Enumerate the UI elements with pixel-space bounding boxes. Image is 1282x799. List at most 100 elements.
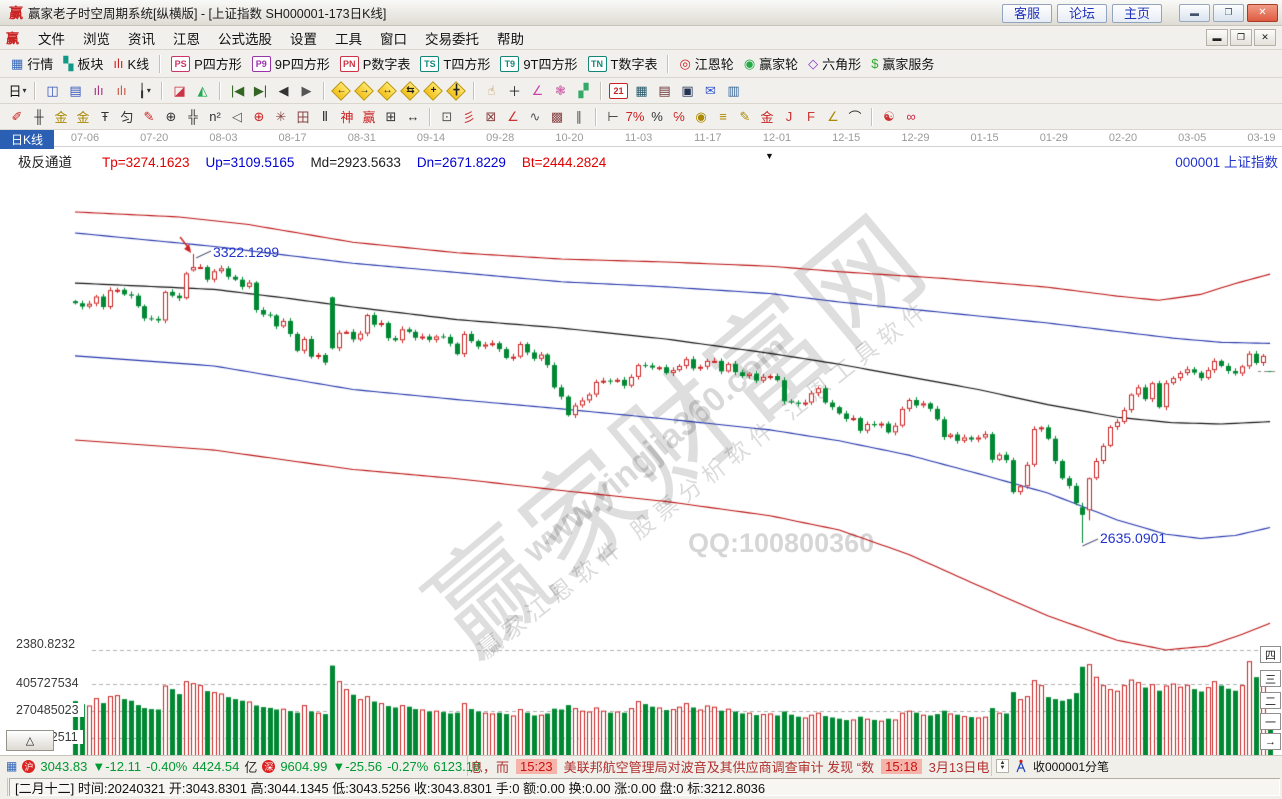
period-day-selector[interactable]: 日▾ bbox=[6, 81, 29, 101]
drag-hand-icon[interactable]: ☝ bbox=[480, 81, 503, 101]
draw-pen-icon[interactable]: ✐ bbox=[6, 107, 28, 127]
sectors-button[interactable]: ▚板块 bbox=[58, 52, 108, 75]
menu-item-0[interactable]: 文件 bbox=[29, 26, 74, 50]
t9-square-button[interactable]: T99T四方形 bbox=[495, 52, 582, 75]
chart-canvas[interactable] bbox=[0, 130, 1282, 755]
small-chart-9-icon[interactable]: ılı bbox=[110, 81, 133, 101]
gold-grid-1-icon[interactable]: 金 bbox=[50, 107, 72, 127]
red-pen-icon[interactable]: ✎ bbox=[138, 107, 160, 127]
gann-wheel-button[interactable]: ◎江恩轮 bbox=[674, 52, 738, 75]
n2-grid-icon[interactable]: n² bbox=[204, 107, 226, 127]
hexagon-button[interactable]: ◇六角形 bbox=[803, 52, 866, 75]
grid-123-icon[interactable]: ⊞ bbox=[380, 107, 402, 127]
angle-tool-icon[interactable]: ∠ bbox=[526, 81, 549, 101]
calendar-icon[interactable]: 21 bbox=[607, 81, 630, 101]
close-button[interactable]: ✕ bbox=[1247, 4, 1278, 22]
grid-tool-icon[interactable]: ╫ bbox=[28, 107, 50, 127]
save-icon[interactable]: ▣ bbox=[676, 81, 699, 101]
wave-tool-icon[interactable]: ∿ bbox=[524, 107, 546, 127]
gold-lines-icon[interactable]: ≡ bbox=[712, 107, 734, 127]
net-tool-icon[interactable]: ⊠ bbox=[480, 107, 502, 127]
ray-fan-tool-icon[interactable]: 彡 bbox=[458, 107, 480, 127]
overlay-kline-icon[interactable]: ◪ bbox=[168, 81, 191, 101]
small-chart-3-icon[interactable]: ılı bbox=[87, 81, 110, 101]
winner-service-button[interactable]: $赢家服务 bbox=[866, 52, 939, 75]
gold-grid-2-icon[interactable]: 金 bbox=[72, 107, 94, 127]
child-restore-button[interactable]: ❐ bbox=[1230, 29, 1252, 46]
flower-tool-icon[interactable]: ❃ bbox=[549, 81, 572, 101]
pillar-tool-icon[interactable]: Ⅱ bbox=[314, 107, 336, 127]
slash-tool-icon[interactable]: ∥ bbox=[568, 107, 590, 127]
box-plus-tool-icon[interactable]: ⊡ bbox=[436, 107, 458, 127]
window-layout-icon[interactable]: ◫ bbox=[41, 81, 64, 101]
expand-h-icon[interactable]: ↔ bbox=[376, 81, 399, 101]
flag-tool-icon[interactable]: ◁ bbox=[226, 107, 248, 127]
p-square-button[interactable]: PSP四方形 bbox=[166, 52, 247, 75]
j-angle-icon[interactable]: J bbox=[778, 107, 800, 127]
next-bar-icon[interactable]: ▶ bbox=[295, 81, 318, 101]
p-number-table-button[interactable]: PNP数字表 bbox=[335, 52, 416, 75]
layout-button-3[interactable]: 一 bbox=[1260, 713, 1281, 730]
gann-target-icon[interactable]: ⊕ bbox=[248, 107, 270, 127]
grid-square-icon[interactable]: ▩ bbox=[546, 107, 568, 127]
kline-button[interactable]: ılıK线 bbox=[108, 52, 154, 75]
crosshair-icon[interactable]: ＋ bbox=[503, 81, 526, 101]
percent-lines-icon[interactable]: ℅ bbox=[668, 107, 690, 127]
f-angle-icon[interactable]: F bbox=[800, 107, 822, 127]
winner-wheel-button[interactable]: ◉赢家轮 bbox=[739, 52, 803, 75]
taiji-icon[interactable]: ☯ bbox=[878, 107, 900, 127]
t-square-button[interactable]: TST四方形 bbox=[415, 52, 495, 75]
menu-item-4[interactable]: 公式选股 bbox=[209, 26, 281, 50]
ying-grid-icon[interactable]: 赢 bbox=[358, 107, 380, 127]
quick-link-1[interactable]: 论坛 bbox=[1057, 4, 1107, 23]
angle-line-tool-icon[interactable]: ∠ bbox=[502, 107, 524, 127]
f-grid-icon[interactable]: Ŧ bbox=[94, 107, 116, 127]
prev-bar-icon[interactable]: ◀ bbox=[272, 81, 295, 101]
news-ticker[interactable]: 息，而15:23美联邦航空管理局对波音及其供应商调查审计 发现 “数15:183… bbox=[468, 756, 992, 776]
calculator-icon[interactable]: ▦ bbox=[630, 81, 653, 101]
info-panel-icon[interactable]: ▤ bbox=[64, 81, 87, 101]
blocks-tool-icon[interactable]: ▞ bbox=[572, 81, 595, 101]
gold-circle-icon[interactable]: ◉ bbox=[690, 107, 712, 127]
p9-square-button[interactable]: P99P四方形 bbox=[247, 52, 335, 75]
menu-item-9[interactable]: 帮助 bbox=[488, 26, 533, 50]
menu-item-2[interactable]: 资讯 bbox=[119, 26, 164, 50]
shen-grid-icon[interactable]: 神 bbox=[336, 107, 358, 127]
notepad-icon[interactable]: ▤ bbox=[653, 81, 676, 101]
shift-right-icon[interactable]: → bbox=[353, 81, 376, 101]
shift-left-icon[interactable]: ← bbox=[330, 81, 353, 101]
infinity-icon[interactable]: ∞ bbox=[900, 107, 922, 127]
menu-item-7[interactable]: 窗口 bbox=[371, 26, 416, 50]
spiral-grid-icon[interactable]: 匀 bbox=[116, 107, 138, 127]
hash-grid-icon[interactable]: ╬ bbox=[182, 107, 204, 127]
gold-pen-icon[interactable]: ✎ bbox=[734, 107, 756, 127]
last-bar-icon[interactable]: ▶| bbox=[249, 81, 272, 101]
colored-chart-icon[interactable]: ◭ bbox=[191, 81, 214, 101]
menu-item-3[interactable]: 江恩 bbox=[164, 26, 209, 50]
layout-button-1[interactable]: 三 bbox=[1260, 670, 1281, 687]
percent-7-icon[interactable]: 7% bbox=[624, 107, 646, 127]
menu-item-5[interactable]: 设置 bbox=[281, 26, 326, 50]
compress-all-icon[interactable]: ╋ bbox=[445, 81, 468, 101]
quick-link-2[interactable]: 主页 bbox=[1112, 4, 1162, 23]
box-grid-icon[interactable]: 田 bbox=[292, 107, 314, 127]
single-candle-icon[interactable]: ╽▾ bbox=[133, 81, 156, 101]
layout-button-2[interactable]: 二 bbox=[1260, 692, 1281, 709]
gold-angle-icon[interactable]: ∠ bbox=[822, 107, 844, 127]
pane-expand-button[interactable]: △ bbox=[6, 730, 54, 751]
quick-link-0[interactable]: 客服 bbox=[1002, 4, 1052, 23]
first-bar-icon[interactable]: |◀ bbox=[226, 81, 249, 101]
compass-grid-icon[interactable]: ⊕ bbox=[160, 107, 182, 127]
child-minimize-button[interactable]: ▬ bbox=[1206, 29, 1228, 46]
share-icon[interactable]: ✉ bbox=[699, 81, 722, 101]
compress-h-icon[interactable]: ⇆ bbox=[399, 81, 422, 101]
t-number-table-button[interactable]: TNT数字表 bbox=[583, 52, 663, 75]
menu-item-1[interactable]: 浏览 bbox=[74, 26, 119, 50]
width-measure-icon[interactable]: ↔ bbox=[402, 107, 424, 127]
quotes-button[interactable]: ▦行情 bbox=[6, 52, 58, 75]
menu-item-8[interactable]: 交易委托 bbox=[416, 26, 488, 50]
layout-button-4[interactable]: → bbox=[1260, 733, 1281, 750]
arc-tool-icon[interactable]: ⌒ bbox=[844, 107, 866, 127]
ticker-scroll-spinner[interactable]: ▲▼ bbox=[996, 759, 1009, 773]
star-grid-icon[interactable]: ✳ bbox=[270, 107, 292, 127]
